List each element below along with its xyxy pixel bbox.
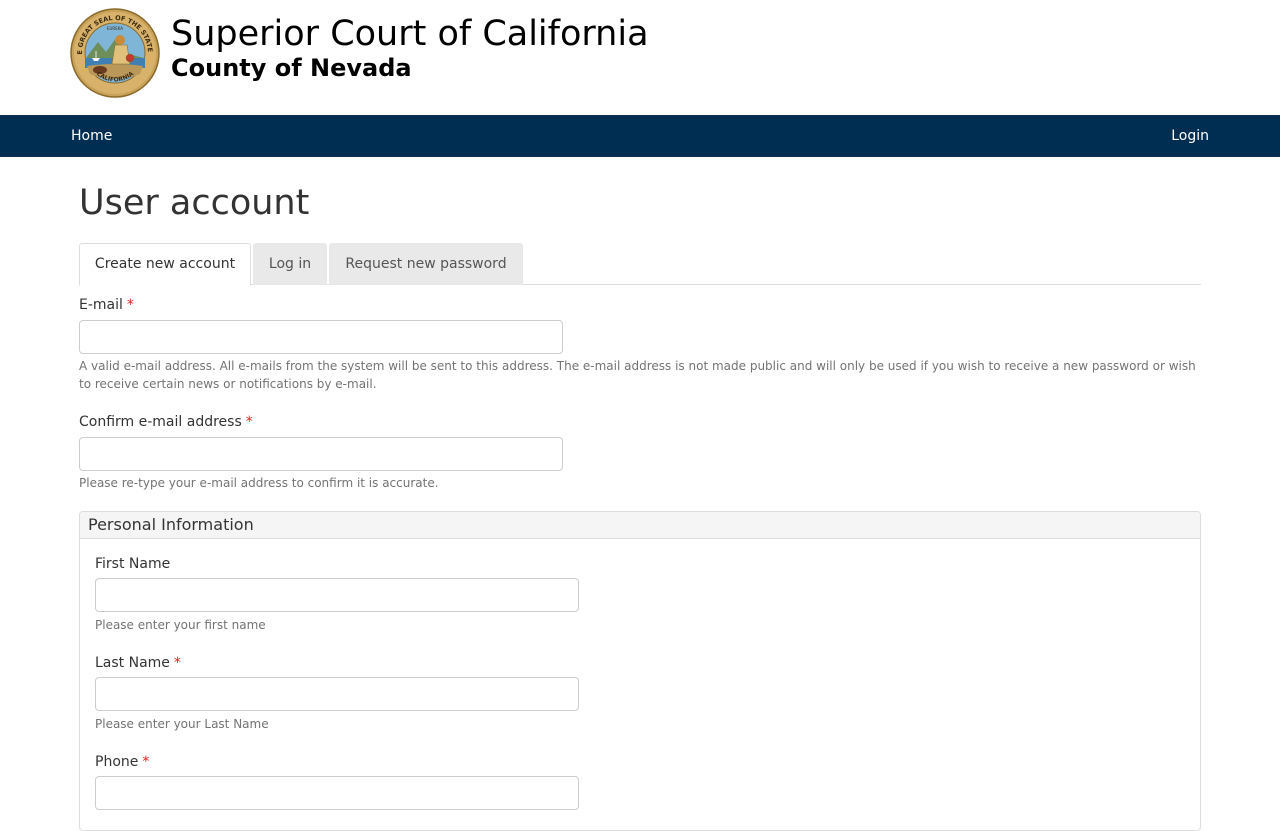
site-header: THE GREAT SEAL OF THE STATE OF CALIFORNI…: [0, 0, 1280, 115]
email-label-text: E-mail: [79, 297, 123, 313]
seal-motto: EUREKA: [107, 26, 123, 31]
phone-label-text: Phone: [95, 754, 139, 770]
last-name-label: Last Name *: [95, 654, 181, 672]
page-title: User account: [79, 183, 310, 223]
required-marker: *: [126, 297, 134, 313]
phone-label: Phone *: [95, 753, 149, 771]
last-name-label-text: Last Name: [95, 655, 170, 671]
tab-request-new-password[interactable]: Request new password: [329, 243, 523, 285]
tab-create-new-account[interactable]: Create new account: [79, 243, 251, 286]
first-name-label-text: First Name: [95, 556, 171, 572]
last-name-input[interactable]: [95, 677, 579, 711]
confirm-email-label: Confirm e-mail address *: [79, 413, 253, 431]
email-label: E-mail *: [79, 296, 134, 314]
personal-information-legend: Personal Information: [80, 512, 1200, 539]
site-name[interactable]: Superior Court of California: [171, 12, 649, 56]
required-marker: *: [173, 655, 181, 671]
email-help-text: A valid e-mail address. All e-mails from…: [79, 359, 1196, 391]
first-name-help-text: Please enter your first name: [95, 618, 266, 632]
account-tabs: Create new account Log in Request new pa…: [79, 243, 1201, 286]
required-marker: *: [245, 414, 253, 430]
confirm-email-input[interactable]: [79, 437, 563, 471]
main-navbar: Home Login: [0, 115, 1280, 157]
confirm-email-help-text: Please re-type your e-mail address to co…: [79, 476, 439, 490]
first-name-input[interactable]: [95, 578, 579, 612]
first-name-label: First Name: [95, 555, 170, 573]
nav-home-link[interactable]: Home: [71, 115, 112, 157]
personal-information-fieldset: Personal Information First Name Please e…: [79, 511, 1201, 831]
phone-input[interactable]: [95, 776, 579, 810]
email-input[interactable]: [79, 320, 563, 354]
last-name-help-text: Please enter your Last Name: [95, 717, 269, 731]
tab-log-in[interactable]: Log in: [253, 243, 327, 285]
california-seal-logo[interactable]: THE GREAT SEAL OF THE STATE OF CALIFORNI…: [70, 8, 160, 98]
site-slogan: County of Nevada: [171, 54, 412, 82]
nav-login-link[interactable]: Login: [1171, 115, 1209, 157]
confirm-email-label-text: Confirm e-mail address: [79, 414, 242, 430]
required-marker: *: [142, 754, 150, 770]
